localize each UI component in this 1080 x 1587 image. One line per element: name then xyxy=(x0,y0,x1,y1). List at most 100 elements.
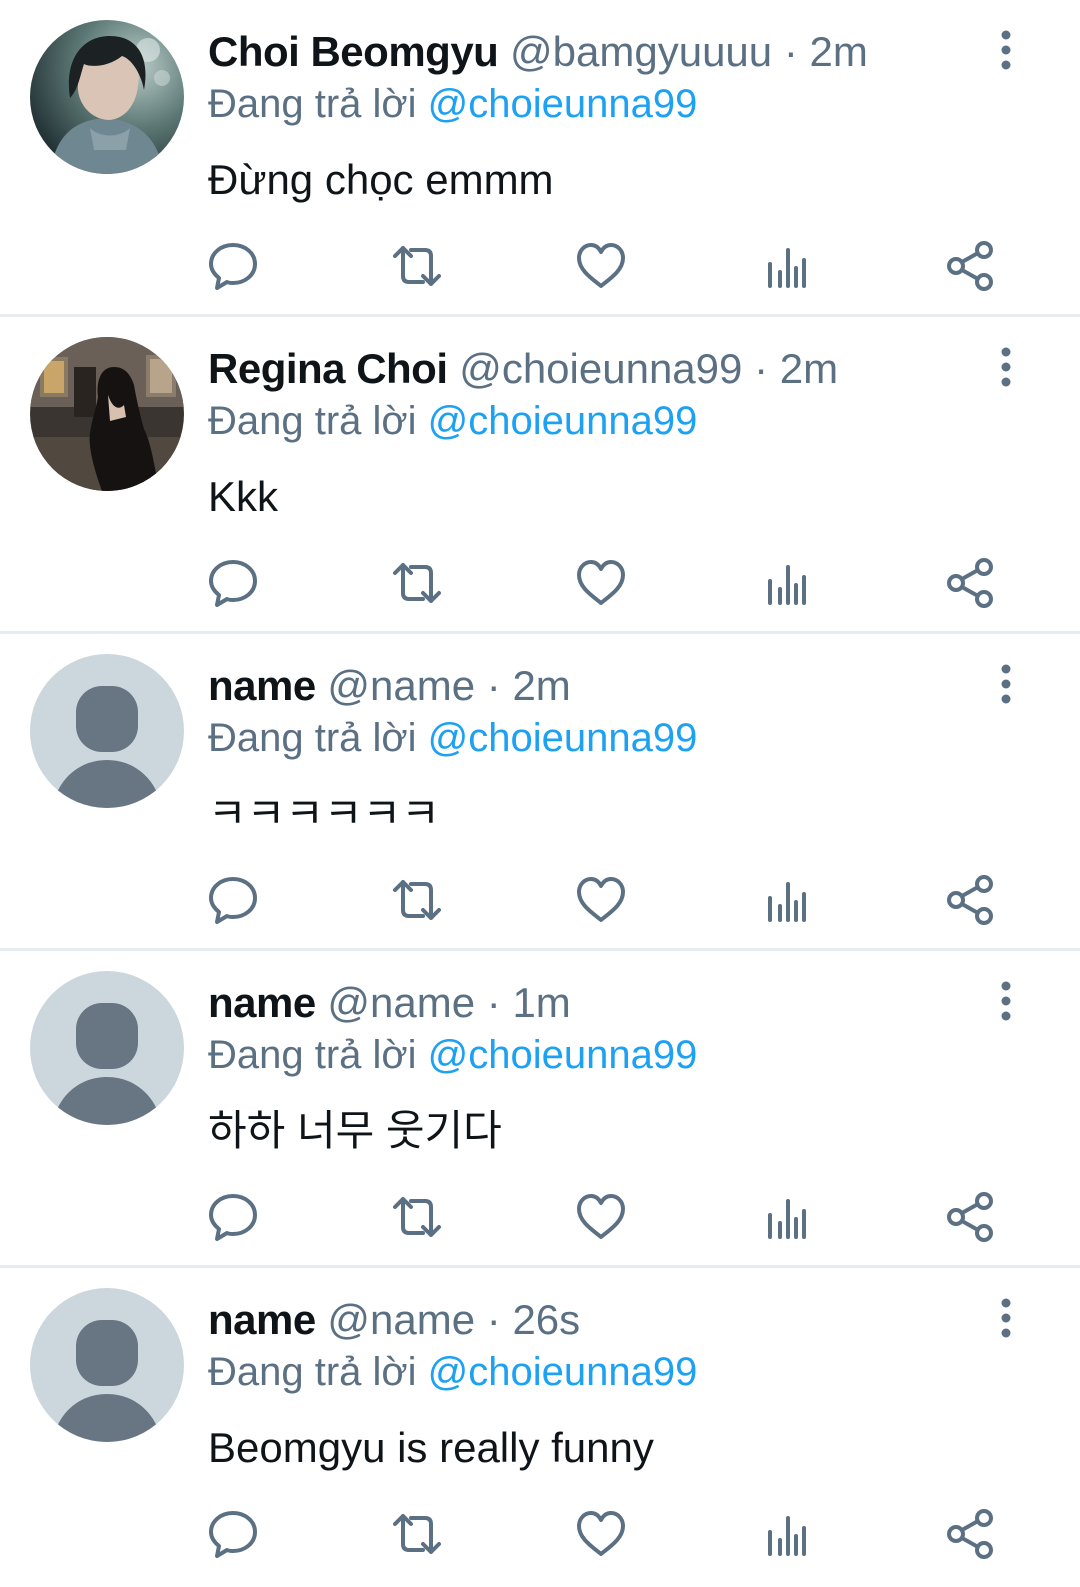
more-options-button[interactable] xyxy=(984,1296,1028,1340)
reply-button[interactable] xyxy=(205,1189,261,1245)
retweet-button[interactable] xyxy=(389,1506,445,1562)
share-button[interactable] xyxy=(942,1189,998,1245)
share-icon xyxy=(947,1509,993,1559)
separator-dot: · xyxy=(783,28,798,75)
tweet-time[interactable]: 2m xyxy=(780,345,838,392)
share-icon xyxy=(947,1192,993,1242)
user-handle[interactable]: @bamgyuuuu xyxy=(510,28,772,75)
more-vertical-icon xyxy=(1001,347,1011,387)
share-icon xyxy=(947,558,993,608)
like-button[interactable] xyxy=(573,1189,629,1245)
avatar[interactable] xyxy=(30,1288,184,1442)
tweet-time[interactable]: 2m xyxy=(810,28,868,75)
display-name[interactable]: Choi Beomgyu xyxy=(208,28,499,75)
more-options-button[interactable] xyxy=(984,662,1028,706)
more-vertical-icon xyxy=(1001,664,1011,704)
user-handle[interactable]: @choieunna99 xyxy=(459,345,742,392)
analytics-button[interactable] xyxy=(758,238,814,294)
avatar[interactable] xyxy=(30,337,184,491)
tweet-item[interactable]: Choi Beomgyu @bamgyuuuu · 2m Đang trả lờ… xyxy=(0,0,1080,317)
replying-to-handle[interactable]: @choieunna99 xyxy=(428,82,698,126)
separator-dot: · xyxy=(754,345,769,392)
tweet-item[interactable]: Regina Choi @choieunna99 · 2m Đang trả l… xyxy=(0,317,1080,634)
display-name[interactable]: name xyxy=(208,662,316,709)
more-vertical-icon xyxy=(1001,981,1011,1021)
default-avatar-icon xyxy=(30,654,184,808)
share-button[interactable] xyxy=(942,238,998,294)
tweet-header: name @name · 26s xyxy=(208,1290,580,1350)
reply-button[interactable] xyxy=(205,1506,261,1562)
analytics-button[interactable] xyxy=(758,1506,814,1562)
display-name[interactable]: Regina Choi xyxy=(208,345,448,392)
replying-to-line: Đang trả lời @choieunna99 xyxy=(208,710,697,766)
like-icon xyxy=(577,1194,625,1239)
retweet-button[interactable] xyxy=(389,1189,445,1245)
user-handle[interactable]: @name xyxy=(327,979,475,1026)
reply-button[interactable] xyxy=(205,555,261,611)
tweet-item[interactable]: name @name · 1m Đang trả lời @choieunna9… xyxy=(0,951,1080,1268)
replying-to-handle[interactable]: @choieunna99 xyxy=(428,399,698,443)
more-options-button[interactable] xyxy=(984,345,1028,389)
more-options-button[interactable] xyxy=(984,979,1028,1023)
display-name[interactable]: name xyxy=(208,1296,316,1343)
avatar[interactable] xyxy=(30,654,184,808)
action-bar xyxy=(0,1189,1080,1245)
like-button[interactable] xyxy=(573,238,629,294)
like-button[interactable] xyxy=(573,555,629,611)
replying-to-line: Đang trả lời @choieunna99 xyxy=(208,393,697,449)
separator-dot: · xyxy=(486,1296,501,1343)
share-button[interactable] xyxy=(942,1506,998,1562)
tweet-text: Đừng chọc emmm xyxy=(208,156,554,203)
replying-to-handle[interactable]: @choieunna99 xyxy=(428,1350,698,1394)
separator-dot: · xyxy=(486,979,501,1026)
replying-to-handle[interactable]: @choieunna99 xyxy=(428,1033,698,1077)
tweet-text: Beomgyu is really funny xyxy=(208,1424,654,1471)
analytics-button[interactable] xyxy=(758,872,814,928)
share-button[interactable] xyxy=(942,555,998,611)
replying-to-handle[interactable]: @choieunna99 xyxy=(428,716,698,760)
reply-icon xyxy=(209,243,257,290)
replying-prefix: Đang trả lời xyxy=(208,82,417,126)
like-icon xyxy=(577,877,625,922)
tweet-time[interactable]: 26s xyxy=(512,1296,580,1343)
separator-dot: · xyxy=(486,662,501,709)
analytics-icon xyxy=(768,565,806,605)
analytics-icon xyxy=(768,882,806,922)
more-options-button[interactable] xyxy=(984,28,1028,72)
avatar-photo-woman-room xyxy=(30,337,184,491)
more-vertical-icon xyxy=(1001,1298,1011,1338)
avatar[interactable] xyxy=(30,971,184,1125)
user-handle[interactable]: @name xyxy=(327,1296,475,1343)
reply-icon xyxy=(209,1511,257,1558)
share-button[interactable] xyxy=(942,872,998,928)
analytics-icon xyxy=(768,1199,806,1239)
user-handle[interactable]: @name xyxy=(327,662,475,709)
more-vertical-icon xyxy=(1001,30,1011,70)
share-icon xyxy=(947,241,993,291)
display-name[interactable]: name xyxy=(208,979,316,1026)
reply-icon xyxy=(209,1194,257,1241)
reply-button[interactable] xyxy=(205,238,261,294)
tweet-item[interactable]: name @name · 2m Đang trả lời @choieunna9… xyxy=(0,634,1080,951)
replying-to-line: Đang trả lời @choieunna99 xyxy=(208,1027,697,1083)
analytics-button[interactable] xyxy=(758,555,814,611)
tweet-text: 하하 너무 웃기다 xyxy=(208,1107,502,1154)
like-button[interactable] xyxy=(573,872,629,928)
retweet-button[interactable] xyxy=(389,555,445,611)
retweet-button[interactable] xyxy=(389,238,445,294)
retweet-icon xyxy=(393,563,441,603)
share-icon xyxy=(947,875,993,925)
retweet-icon xyxy=(393,246,441,286)
tweet-time[interactable]: 1m xyxy=(512,979,570,1026)
tweet-header: name @name · 2m xyxy=(208,656,571,716)
analytics-icon xyxy=(768,248,806,288)
tweet-time[interactable]: 2m xyxy=(512,662,570,709)
analytics-button[interactable] xyxy=(758,1189,814,1245)
like-button[interactable] xyxy=(573,1506,629,1562)
avatar[interactable] xyxy=(30,20,184,174)
tweet-text: Kkk xyxy=(208,473,279,520)
retweet-button[interactable] xyxy=(389,872,445,928)
replying-prefix: Đang trả lời xyxy=(208,1350,417,1394)
reply-button[interactable] xyxy=(205,872,261,928)
tweet-item[interactable]: name @name · 26s Đang trả lời @choieunna… xyxy=(0,1268,1080,1585)
